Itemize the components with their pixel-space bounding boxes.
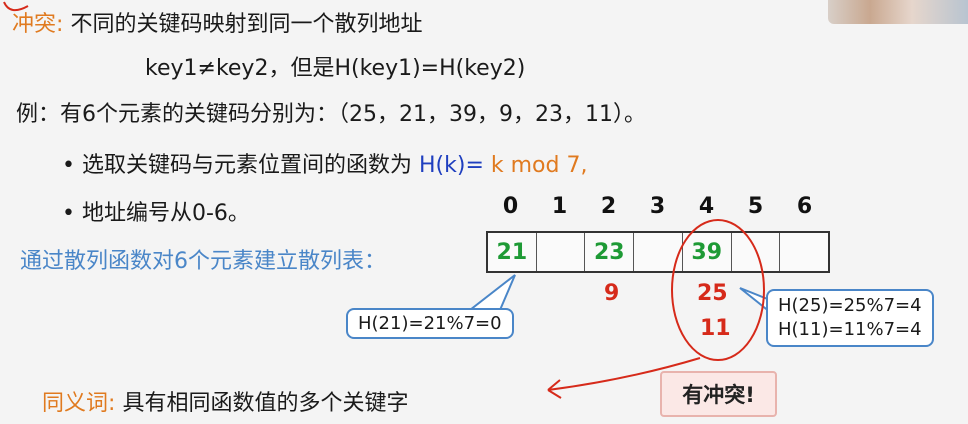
annotation-strokes bbox=[3, 1, 771, 399]
synonym-text: 具有相同函数值的多个关键字 bbox=[122, 391, 409, 416]
callout-left-pointer bbox=[467, 274, 516, 311]
callout-h25-h11: H(25)=25%7=4 H(11)=11%7=4 bbox=[766, 289, 934, 347]
callout-h25: H(25)=25%7=4 bbox=[778, 295, 922, 316]
callout-h11: H(11)=11%7=4 bbox=[778, 319, 922, 340]
corner-mark bbox=[3, 1, 29, 12]
synonym-definition: 同义词: 具有相同函数值的多个关键字 bbox=[42, 385, 408, 417]
synonym-term: 同义词 bbox=[42, 391, 109, 416]
synonym-colon: : bbox=[108, 391, 116, 416]
callout-h21: H(21)=21%7=0 bbox=[346, 308, 514, 339]
has-conflict-button[interactable]: 有冲突! bbox=[660, 371, 777, 417]
conflict-circle bbox=[671, 219, 765, 361]
